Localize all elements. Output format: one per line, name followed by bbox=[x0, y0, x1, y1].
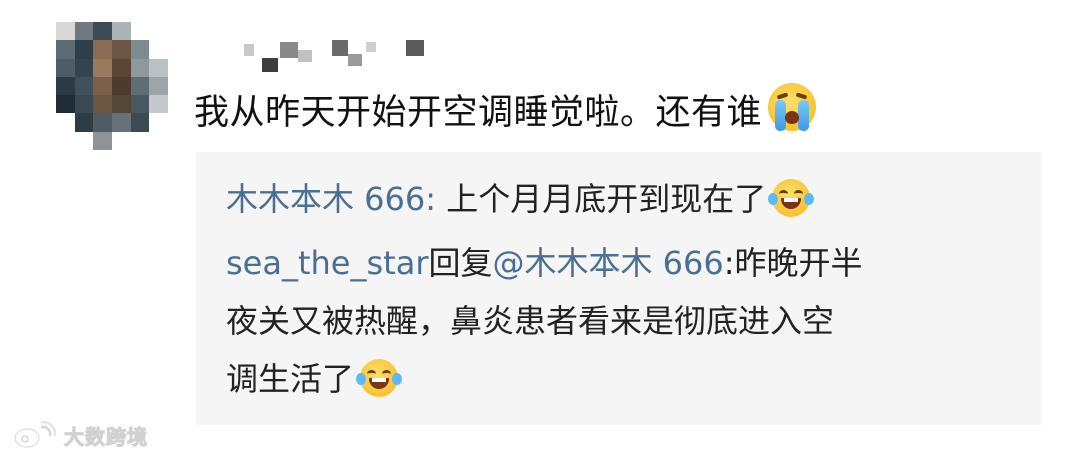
weibo-logo-icon bbox=[13, 421, 57, 449]
reply-text-line-2: 夜关又被热醒，鼻炎患者看来是彻底进入空 bbox=[226, 302, 835, 340]
reply-item: 木木本木 666: 上个月月底开到现在了 bbox=[226, 170, 815, 228]
reply-text-line-3: 调生活了 bbox=[226, 360, 355, 398]
comment-text: 我从昨天开始开空调睡觉啦。还有谁 bbox=[194, 92, 763, 133]
reply-text-line-1: 昨晚开半 bbox=[734, 244, 863, 282]
reply-separator: : bbox=[425, 180, 447, 218]
reply-mention[interactable]: @木木本木 666 bbox=[492, 244, 723, 282]
avatar[interactable] bbox=[56, 22, 168, 150]
crying-face-icon bbox=[768, 83, 817, 131]
reply-username[interactable]: sea_the_star bbox=[226, 244, 428, 282]
laughing-crying-icon bbox=[768, 179, 815, 217]
reply-text: 上个月月底开到现在了 bbox=[446, 180, 767, 218]
reply-list: 木木本木 666: 上个月月底开到现在了 sea_the_star回复@木木本木… bbox=[196, 152, 1042, 425]
watermark: 大数跨境 bbox=[12, 420, 148, 450]
reply-separator: : bbox=[723, 244, 735, 282]
comment-text-row: 我从昨天开始开空调睡觉啦。还有谁 bbox=[194, 83, 817, 135]
reply-item: sea_the_star回复@木木本木 666:昨晚开半 夜关又被热醒，鼻炎患者… bbox=[226, 234, 996, 408]
reply-word: 回复 bbox=[428, 244, 493, 282]
laughing-crying-icon bbox=[356, 359, 403, 397]
reply-username[interactable]: 木木本木 666 bbox=[226, 180, 425, 218]
blurred-username[interactable] bbox=[236, 40, 436, 76]
watermark-text: 大数跨境 bbox=[64, 424, 148, 449]
reply-line-3: 调生活了 bbox=[226, 350, 996, 408]
comment-card: 我从昨天开始开空调睡觉啦。还有谁 木木本木 666: 上个月月底开到现在了 se… bbox=[0, 0, 1080, 455]
reply-line-1: sea_the_star回复@木木本木 666:昨晚开半 bbox=[226, 234, 996, 292]
